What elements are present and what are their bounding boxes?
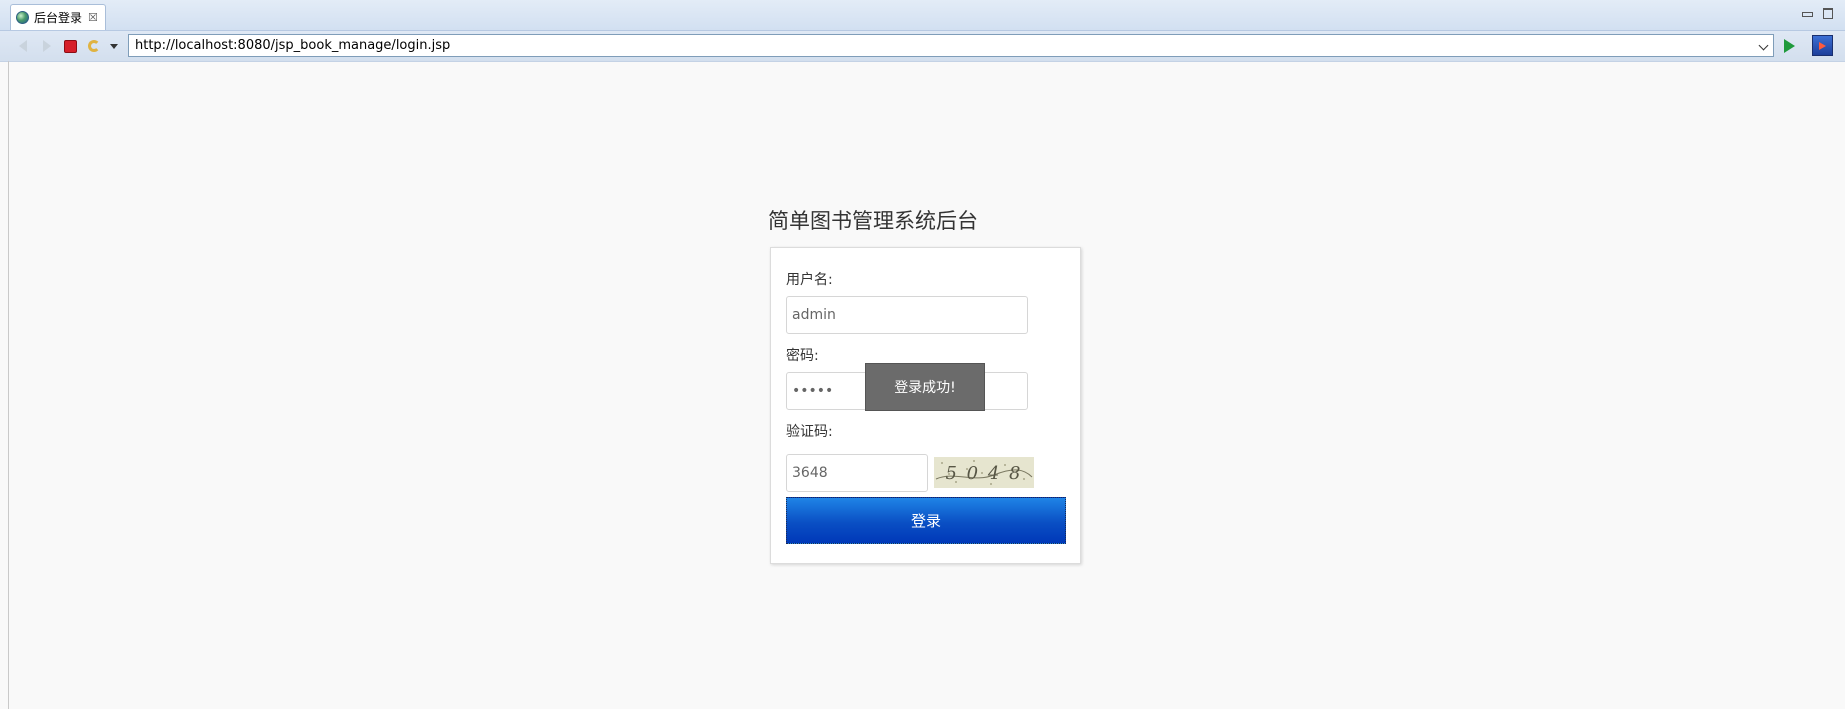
success-toast: 登录成功! xyxy=(865,363,985,411)
captcha-label: 验证码: xyxy=(786,424,833,440)
minimize-icon[interactable] xyxy=(1802,12,1813,17)
password-label: 密码: xyxy=(786,348,819,364)
username-label: 用户名: xyxy=(786,272,833,288)
login-button[interactable]: 登录 xyxy=(786,497,1066,544)
maximize-icon[interactable] xyxy=(1823,8,1833,19)
back-icon xyxy=(19,40,27,52)
back-button[interactable] xyxy=(14,37,32,55)
url-input[interactable] xyxy=(133,37,1737,54)
stop-button[interactable] xyxy=(61,37,79,55)
browser-window: 后台登录 ☒ 简单 xyxy=(0,0,1845,709)
captcha-input[interactable] xyxy=(786,454,928,492)
external-browser-button[interactable] xyxy=(1812,35,1833,56)
username-input[interactable] xyxy=(786,296,1028,334)
refresh-button[interactable] xyxy=(85,37,103,55)
chevron-down-icon[interactable] xyxy=(1758,40,1769,51)
go-icon[interactable] xyxy=(1784,39,1795,53)
captcha-graphic: 5 0 4 8 xyxy=(934,457,1034,488)
tab-label: 后台登录 xyxy=(34,11,83,25)
globe-icon xyxy=(16,11,29,24)
stop-icon xyxy=(63,39,77,53)
page-title: 简单图书管理系统后台 xyxy=(768,209,978,233)
frame-border xyxy=(8,61,9,709)
window-controls xyxy=(1802,8,1833,19)
dropdown-icon xyxy=(110,43,118,49)
tab-bar: 后台登录 ☒ xyxy=(0,0,1845,31)
refresh-icon xyxy=(88,40,100,52)
browser-toolbar xyxy=(0,31,1845,62)
forward-button[interactable] xyxy=(38,37,56,55)
address-bar[interactable] xyxy=(128,34,1774,57)
history-dropdown-button[interactable] xyxy=(105,37,123,55)
tab-login[interactable]: 后台登录 ☒ xyxy=(10,4,106,30)
external-browser-icon xyxy=(1819,41,1826,50)
captcha-image[interactable]: 5 0 4 8 xyxy=(934,457,1034,488)
forward-icon xyxy=(43,40,51,52)
close-icon[interactable]: ☒ xyxy=(88,12,98,23)
captcha-text: 5 0 4 8 xyxy=(946,463,1023,484)
